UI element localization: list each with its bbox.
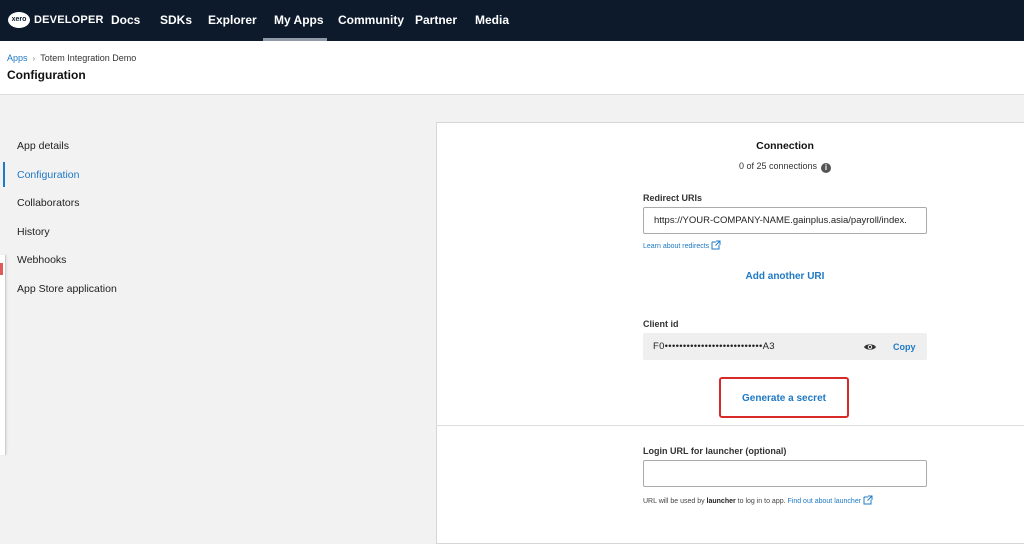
nav-my-apps[interactable]: My Apps	[274, 13, 324, 27]
page-title: Configuration	[7, 68, 86, 82]
nav-docs[interactable]: Docs	[111, 13, 140, 27]
breadcrumb-separator: ›	[32, 54, 36, 63]
client-id-label: Client id	[643, 319, 679, 329]
find-out-launcher-link[interactable]: Find out about launcher	[788, 498, 862, 505]
info-icon[interactable]: i	[821, 163, 832, 173]
add-another-uri-button[interactable]: Add another URI	[700, 271, 870, 282]
sidebar-item-collaborators[interactable]: Collaborators	[17, 197, 79, 209]
sidebar-item-app-details[interactable]: App details	[17, 140, 69, 152]
learn-redirects-text: Learn about redirects	[643, 243, 710, 250]
sidebar-item-app-store[interactable]: App Store application	[17, 283, 117, 295]
external-link-icon	[711, 240, 721, 250]
sidebar-active-indicator	[3, 162, 5, 187]
connection-title: Connection	[756, 140, 814, 152]
nav-sdks[interactable]: SDKs	[160, 13, 192, 27]
breadcrumb: Apps › Totem Integration Demo	[7, 53, 136, 63]
redirect-uris-label: Redirect URIs	[643, 193, 703, 203]
nav-media[interactable]: Media	[475, 13, 509, 27]
eye-icon[interactable]	[863, 342, 877, 352]
sidebar-item-webhooks[interactable]: Webhooks	[17, 254, 66, 266]
launcher-help-bold: launcher	[706, 498, 736, 505]
learn-redirects-link[interactable]: Learn about redirects	[643, 240, 721, 250]
top-nav: xero DEVELOPER Docs SDKs Explorer My App…	[0, 0, 1024, 41]
launcher-url-label: Login URL for launcher (optional)	[643, 446, 787, 456]
copy-client-id-button[interactable]: Copy	[893, 342, 916, 352]
launcher-help-middle: to log in to app.	[735, 498, 788, 505]
overlay-panel-edge	[0, 255, 6, 455]
connection-count-text: 0 of 25 connections	[738, 161, 818, 171]
breadcrumb-current: Totem Integration Demo	[40, 53, 137, 63]
sidebar-item-configuration[interactable]: Configuration	[17, 169, 79, 181]
connection-count: 0 of 25 connections i	[700, 161, 870, 173]
nav-explorer[interactable]: Explorer	[208, 13, 257, 27]
nav-partner[interactable]: Partner	[415, 13, 457, 27]
page-header: Apps › Totem Integration Demo Configuratio…	[0, 41, 1024, 95]
xero-logo-icon[interactable]: xero	[8, 12, 30, 28]
launcher-help-prefix: URL will be used by	[643, 498, 707, 505]
redirect-uri-input[interactable]: https://YOUR-COMPANY-NAME.gainplus.asia/…	[643, 207, 927, 234]
nav-community[interactable]: Community	[338, 13, 404, 27]
client-id-value: F0•••••••••••••••••••••••••••A3	[653, 341, 775, 352]
launcher-help-text: URL will be used by launcher to log in t…	[643, 495, 873, 505]
panel-divider	[436, 425, 1024, 426]
generate-secret-button[interactable]: Generate a secret	[719, 377, 849, 418]
external-link-icon	[863, 495, 873, 505]
overlay-panel-marker	[0, 263, 3, 275]
developer-brand[interactable]: DEVELOPER	[34, 14, 104, 26]
sidebar-item-history[interactable]: History	[17, 226, 50, 238]
breadcrumb-apps-link[interactable]: Apps	[7, 53, 28, 63]
launcher-url-input[interactable]	[643, 460, 927, 487]
